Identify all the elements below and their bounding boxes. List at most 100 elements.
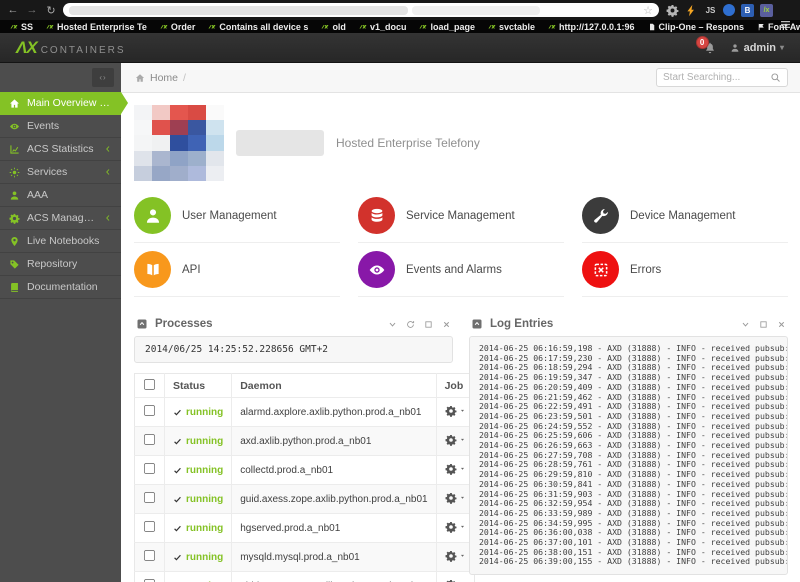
table-row: running collectd.prod.a_nb01 <box>134 455 475 485</box>
book-icon <box>9 282 20 293</box>
sidebar-item-live-notebooks[interactable]: Live Notebooks <box>0 230 121 253</box>
daemon-name: alarmd.axplore.axlib.python.prod.a_nb01 <box>240 406 422 418</box>
table-row: running guid.axess.zope.axlib.python.prod… <box>134 484 475 514</box>
browser-forward-button[interactable]: → <box>25 4 39 16</box>
row-checkbox[interactable] <box>143 433 156 446</box>
home-icon <box>9 98 20 109</box>
job-menu-button[interactable] <box>445 550 466 562</box>
quick-link-events-and-alarms[interactable]: Events and Alarms <box>358 243 564 297</box>
app-navbar: ΛX Containers 0 admin ▾ <box>0 33 800 63</box>
tenant-title: Hosted Enterprise Telefony <box>336 136 480 150</box>
js-icon[interactable]: JS <box>704 4 717 17</box>
breadcrumb-home-link[interactable]: Home <box>150 72 178 84</box>
sidebar-item-label: AAA <box>27 189 49 201</box>
bookmark-item[interactable]: Contains all device s <box>208 22 308 32</box>
quick-link-user-management[interactable]: User Management <box>134 189 340 243</box>
user-menu[interactable]: admin ▾ <box>730 42 784 54</box>
row-checkbox[interactable] <box>143 520 156 533</box>
bookmark-item[interactable]: svctable <box>488 22 535 32</box>
status-badge: running <box>186 522 224 534</box>
sidebar-collapse-button[interactable]: ‹› <box>92 68 114 87</box>
maximize-icon[interactable] <box>759 320 768 329</box>
row-checkbox[interactable] <box>143 404 156 417</box>
sidebar-item-events[interactable]: Events <box>0 115 121 138</box>
ax-ext-icon[interactable]: /x <box>760 3 773 17</box>
gear-icon <box>9 213 20 224</box>
browser-back-button[interactable]: ← <box>6 4 20 16</box>
lightning-icon[interactable] <box>685 4 698 17</box>
sidebar-item-main-overview-page[interactable]: Main Overview Page <box>0 91 128 115</box>
job-menu-button[interactable] <box>445 434 466 446</box>
select-all-checkbox[interactable] <box>143 378 156 390</box>
notifications-button[interactable]: 0 <box>695 35 716 54</box>
ax-icon <box>46 23 54 31</box>
blurred-text <box>236 130 324 156</box>
collapse-panel-icon[interactable] <box>388 320 397 329</box>
status-badge: running <box>186 551 224 563</box>
gear-icon <box>445 521 457 533</box>
sidebar-item-label: Repository <box>27 258 78 270</box>
quick-link-api[interactable]: API <box>134 243 340 297</box>
collapse-panel-icon[interactable] <box>741 320 750 329</box>
bookmark-item[interactable]: Order <box>160 22 195 32</box>
maximize-icon[interactable] <box>424 320 433 329</box>
quick-link-service-management[interactable]: Service Management <box>358 189 564 243</box>
row-checkbox[interactable] <box>143 462 156 475</box>
eye-icon <box>358 251 395 288</box>
job-menu-button[interactable] <box>445 521 466 533</box>
b-icon[interactable]: B <box>741 3 754 17</box>
bookmark-item[interactable]: http://127.0.0.1:96 <box>548 22 635 32</box>
bookmark-item[interactable]: load_page <box>419 22 475 32</box>
blue-circle-icon[interactable] <box>723 4 735 16</box>
sidebar-item-services[interactable]: Services <box>0 161 121 184</box>
address-bar[interactable]: ☆ <box>63 3 659 17</box>
person-icon <box>730 43 740 53</box>
browser-reload-button[interactable]: ↻ <box>44 4 58 17</box>
row-checkbox[interactable] <box>143 549 156 562</box>
quick-link-errors[interactable]: Errors <box>582 243 788 297</box>
database-icon <box>358 197 395 234</box>
sidebar-item-repository[interactable]: Repository <box>0 253 121 276</box>
bookmark-item[interactable]: old <box>321 22 346 32</box>
gear-icon <box>445 579 457 582</box>
ax-icon <box>160 23 168 31</box>
gear-icon[interactable] <box>666 4 679 17</box>
breadcrumb-separator: / <box>183 71 186 84</box>
status-badge: running <box>186 406 224 418</box>
sidebar-item-acs-management[interactable]: ACS Management <box>0 207 121 230</box>
bookmark-item[interactable]: Hosted Enterprise Te <box>46 22 147 32</box>
search-icon[interactable] <box>770 72 781 83</box>
check-icon <box>173 524 182 533</box>
job-menu-button[interactable] <box>445 405 466 417</box>
process-table: Status Daemon Job running alarmd.axplore.… <box>134 373 475 582</box>
close-icon[interactable] <box>442 320 451 329</box>
bookmark-item[interactable]: v1_docu <box>359 22 406 32</box>
window-icon <box>136 318 148 330</box>
chevron-left-icon <box>104 214 112 222</box>
sidebar-item-documentation[interactable]: Documentation <box>0 276 121 299</box>
bookmark-item[interactable]: Font Awesome Exam <box>757 22 800 32</box>
check-icon <box>173 553 182 562</box>
bookmark-star-icon[interactable]: ☆ <box>643 4 653 17</box>
search-input[interactable] <box>663 72 766 83</box>
sidebar-item-acs-statistics[interactable]: ACS Statistics <box>0 138 121 161</box>
blurred-logo-image <box>134 105 224 181</box>
bookmark-item[interactable]: Clip-One – Respons <box>648 22 744 32</box>
job-menu-button[interactable] <box>445 463 466 475</box>
app-logo[interactable]: ΛX Containers <box>16 38 126 58</box>
gear-icon <box>445 550 457 562</box>
search-box[interactable] <box>656 68 788 87</box>
close-icon[interactable] <box>777 320 786 329</box>
job-menu-button[interactable] <box>445 579 466 582</box>
quick-link-device-management[interactable]: Device Management <box>582 189 788 243</box>
processes-panel: Processes 2014/06/25 14:25:52.228656 GMT… <box>134 314 475 582</box>
window-icon <box>471 318 483 330</box>
sidebar-item-aaa[interactable]: AAA <box>0 184 121 207</box>
sidebar-item-label: Main Overview Page <box>27 97 112 109</box>
refresh-icon[interactable] <box>406 320 415 329</box>
log-output: 2014-06-25 06:16:59,198 - AXD (31888) - … <box>469 336 788 576</box>
bookmark-label: http://127.0.0.1:96 <box>559 21 635 32</box>
job-menu-button[interactable] <box>445 492 466 504</box>
row-checkbox[interactable] <box>143 491 156 504</box>
bookmark-item[interactable]: SS <box>10 22 33 32</box>
